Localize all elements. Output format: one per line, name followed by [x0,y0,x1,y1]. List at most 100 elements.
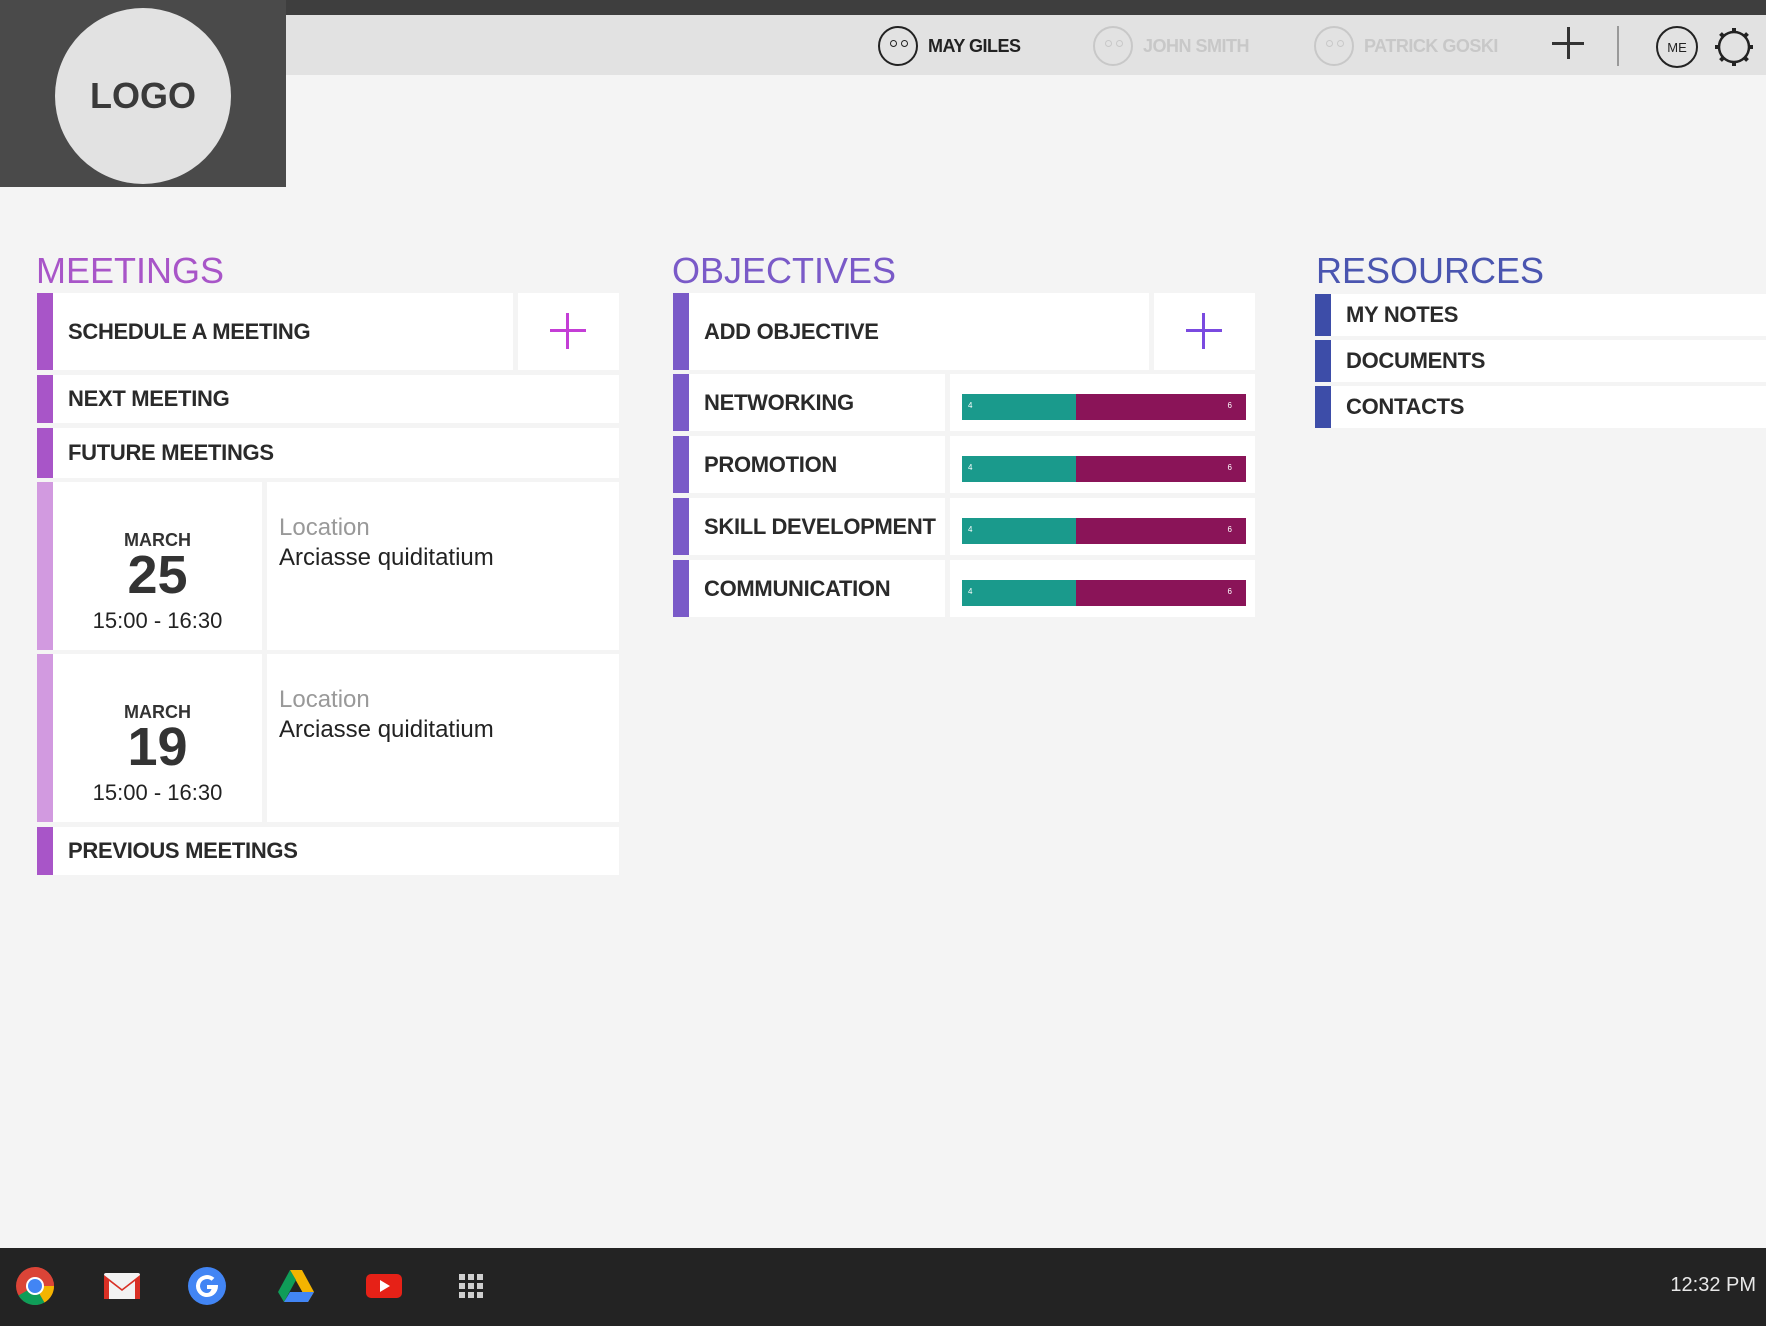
progress-done-count: 4 [968,587,973,596]
objective-label: NETWORKING [704,389,854,415]
meetings-accent-bar [37,375,53,423]
user-face-icon [1314,26,1354,66]
location-value: Arciasse quiditatium [279,716,494,743]
progress-done-count: 4 [968,525,973,534]
objective-progress: 4 6 [950,560,1255,617]
gear-icon[interactable] [1713,26,1755,68]
meeting-location-card[interactable]: Location Arciasse quiditatium [267,654,619,822]
apps-grid-icon[interactable] [451,1266,491,1306]
resource-label: CONTACTS [1346,394,1465,419]
add-objective-button[interactable]: ADD OBJECTIVE [689,293,1149,370]
progress-remaining-count: 6 [1227,401,1232,410]
objectives-accent-bar [673,293,689,370]
resources-accent-bar [1315,386,1331,428]
progress-bar: 4 6 [962,580,1246,606]
resource-documents[interactable]: DOCUMENTS [1331,340,1766,382]
meeting-day: 19 [127,717,188,777]
resource-label: DOCUMENTS [1346,348,1486,373]
add-meeting-button[interactable] [518,293,619,370]
location-value: Arciasse quiditatium [279,544,494,571]
objectives-accent-bar [673,436,689,493]
resource-my-notes[interactable]: MY NOTES [1331,294,1766,336]
progress-remaining-count: 6 [1227,587,1232,596]
meeting-location-card[interactable]: Location Arciasse quiditatium [267,482,619,650]
add-user-button[interactable] [1550,25,1586,61]
future-meetings-label: FUTURE MEETINGS [68,440,274,465]
objective-communication[interactable]: COMMUNICATION [689,560,945,617]
objective-progress: 4 6 [950,498,1255,555]
resources-accent-bar [1315,294,1331,336]
me-button[interactable]: ME [1656,26,1698,68]
user-john-smith[interactable]: JOHN SMITH [1093,26,1250,66]
meetings-accent-bar [37,293,53,370]
objective-label: PROMOTION [704,451,837,477]
progress-done-segment: 4 [962,394,1076,420]
progress-remaining-segment: 6 [1075,518,1246,544]
previous-meetings-item[interactable]: PREVIOUS MEETINGS [53,827,619,875]
header-bar [286,15,1766,75]
chrome-icon[interactable] [15,1266,55,1306]
user-name: PATRICK GOSKI [1364,35,1498,56]
progress-remaining-segment: 6 [1075,456,1246,482]
schedule-meeting-label: SCHEDULE A MEETING [68,318,311,344]
drive-icon[interactable] [276,1266,316,1306]
clock[interactable]: 12:32 PM [1670,1274,1756,1297]
youtube-icon[interactable] [364,1266,404,1306]
progress-bar: 4 6 [962,518,1246,544]
resource-contacts[interactable]: CONTACTS [1331,386,1766,428]
objective-label: SKILL DEVELOPMENT [704,513,936,539]
meeting-accent-bar [37,654,53,822]
taskbar: 12:32 PM [0,1248,1766,1326]
meeting-date-card[interactable]: MARCH 25 15:00 - 16:30 [53,482,262,650]
user-face-icon [1093,26,1133,66]
objective-networking[interactable]: NETWORKING [689,374,945,431]
future-meetings-item[interactable]: FUTURE MEETINGS [53,428,619,478]
plus-icon [1186,313,1222,349]
user-face-icon [878,26,918,66]
next-meeting-item[interactable]: NEXT MEETING [53,375,619,423]
meeting-accent-bar [37,482,53,650]
meeting-time: 15:00 - 16:30 [92,608,223,633]
progress-done-segment: 4 [962,580,1076,606]
resources-accent-bar [1315,340,1331,382]
meetings-title: MEETINGS [36,250,225,291]
logo-panel: LOGO [0,0,286,187]
logo[interactable]: LOGO [55,8,231,184]
next-meeting-label: NEXT MEETING [68,386,230,411]
user-may-giles[interactable]: MAY GILES [878,26,1021,66]
user-name: JOHN SMITH [1143,35,1250,56]
objective-promotion[interactable]: PROMOTION [689,436,945,493]
header-divider [1617,26,1619,66]
progress-remaining-count: 6 [1227,463,1232,472]
meetings-accent-bar [37,428,53,478]
meetings-accent-bar [37,827,53,875]
objectives-accent-bar [673,498,689,555]
objective-progress: 4 6 [950,374,1255,431]
previous-meetings-label: PREVIOUS MEETINGS [68,838,298,863]
objective-label: COMMUNICATION [704,575,891,601]
progress-bar: 4 6 [962,456,1246,482]
objective-skill-development[interactable]: SKILL DEVELOPMENT [689,498,945,555]
objectives-accent-bar [673,560,689,617]
meeting-date-card[interactable]: MARCH 19 15:00 - 16:30 [53,654,262,822]
progress-remaining-count: 6 [1227,525,1232,534]
user-patrick-goski[interactable]: PATRICK GOSKI [1314,26,1498,66]
progress-done-count: 4 [968,401,973,410]
resources-title: RESOURCES [1316,250,1545,291]
location-label: Location [279,686,370,713]
gmail-icon[interactable] [102,1266,142,1306]
objective-progress: 4 6 [950,436,1255,493]
schedule-meeting-button[interactable]: SCHEDULE A MEETING [53,293,513,370]
add-objective-label: ADD OBJECTIVE [704,318,879,344]
progress-remaining-segment: 6 [1075,394,1246,420]
location-label: Location [279,514,370,541]
progress-done-segment: 4 [962,456,1076,482]
meeting-day: 25 [127,545,188,605]
plus-icon [550,313,586,349]
meeting-time: 15:00 - 16:30 [92,780,223,805]
resource-label: MY NOTES [1346,302,1459,327]
google-icon[interactable] [187,1266,227,1306]
objectives-accent-bar [673,374,689,431]
add-objective-plus-button[interactable] [1154,293,1255,370]
user-name: MAY GILES [928,35,1021,56]
